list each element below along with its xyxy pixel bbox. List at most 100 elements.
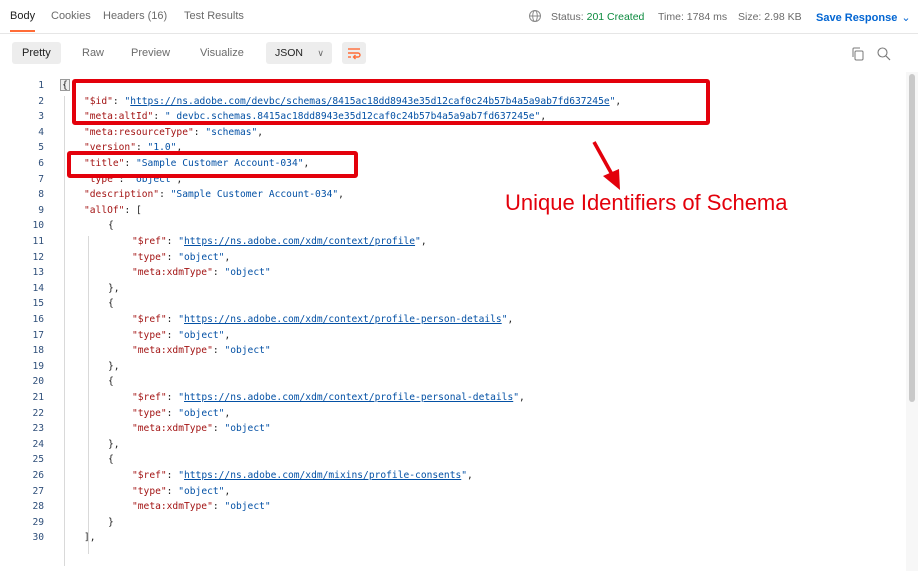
format-select-value: JSON bbox=[275, 47, 304, 59]
line-number: 23 bbox=[32, 423, 44, 435]
json-string: "schemas" bbox=[205, 126, 258, 138]
json-key: "description" bbox=[84, 189, 160, 201]
annotation-arrow-icon bbox=[592, 141, 620, 190]
response-body-editor[interactable]: 1{2 "$id": "https://ns.adobe.com/devbc/sc… bbox=[0, 72, 906, 571]
view-mode-raw[interactable]: Raw bbox=[72, 42, 114, 64]
json-key: "$ref" bbox=[132, 236, 167, 247]
json-punctuation: , bbox=[257, 126, 264, 138]
globe-icon[interactable] bbox=[528, 9, 542, 23]
code-line: 16 "$ref": "https://ns.adobe.com/xdm/cont… bbox=[0, 312, 900, 328]
code-link[interactable]: https://ns.adobe.com/xdm/context/profile bbox=[184, 236, 415, 247]
line-number: 1 bbox=[38, 80, 44, 91]
code-text: "description": "Sample Customer Account-… bbox=[84, 187, 344, 203]
code-line: 11 "$ref": "https://ns.adobe.com/xdm/cont… bbox=[0, 234, 900, 250]
wrap-lines-button[interactable] bbox=[342, 42, 366, 64]
copy-icon[interactable] bbox=[851, 47, 865, 61]
size-readout[interactable]: Size: 2.98 KB bbox=[738, 11, 802, 23]
json-punctuation: { bbox=[108, 220, 114, 232]
code-link[interactable]: https://ns.adobe.com/xdm/context/profile… bbox=[184, 314, 502, 325]
json-string: "Sample Customer Account-034" bbox=[170, 189, 339, 201]
json-punctuation: : bbox=[166, 314, 179, 325]
line-number: 25 bbox=[32, 454, 44, 466]
tab-headers-count: (16) bbox=[147, 10, 168, 22]
code-text: "type": "object", bbox=[132, 250, 230, 266]
json-punctuation: } bbox=[108, 516, 114, 528]
json-string: "object" bbox=[178, 407, 225, 419]
json-string: "object" bbox=[224, 345, 271, 357]
code-line: 29} bbox=[0, 515, 900, 531]
tab-headers-label: Headers bbox=[103, 10, 145, 22]
annotation-highlight-id-altid bbox=[72, 79, 710, 125]
line-number: 10 bbox=[32, 220, 44, 232]
code-line: 18 "meta:xdmType": "object" bbox=[0, 343, 900, 359]
json-key: "$ref" bbox=[132, 392, 167, 403]
json-punctuation: , bbox=[519, 392, 525, 403]
line-number: 19 bbox=[32, 360, 44, 372]
code-text: "$ref": "https://ns.adobe.com/xdm/contex… bbox=[132, 234, 427, 250]
view-mode-visualize[interactable]: Visualize bbox=[190, 42, 254, 64]
code-line: 4 "meta:resourceType": "schemas", bbox=[0, 125, 900, 141]
status-readout: Status: 201 Created bbox=[551, 11, 644, 23]
json-punctuation: { bbox=[108, 298, 114, 310]
json-key: "meta:xdmType" bbox=[132, 345, 213, 357]
view-mode-preview[interactable]: Preview bbox=[121, 42, 180, 64]
json-punctuation: , bbox=[224, 485, 231, 497]
code-line: 13 "meta:xdmType": "object" bbox=[0, 265, 900, 281]
json-punctuation: : bbox=[166, 329, 179, 341]
status-label: Status: bbox=[551, 11, 584, 23]
line-number: 15 bbox=[32, 298, 44, 310]
code-text: "$ref": "https://ns.adobe.com/xdm/mixins… bbox=[132, 468, 473, 484]
time-readout[interactable]: Time: 1784 ms bbox=[658, 11, 727, 23]
code-line: 23 "meta:xdmType": "object" bbox=[0, 421, 900, 437]
line-number: 21 bbox=[32, 392, 44, 403]
code-link[interactable]: https://ns.adobe.com/xdm/context/profile… bbox=[184, 392, 513, 403]
status-value: 201 Created bbox=[586, 11, 645, 23]
line-number: 24 bbox=[32, 438, 44, 450]
view-mode-pretty[interactable]: Pretty bbox=[12, 42, 61, 64]
json-punctuation: : bbox=[193, 126, 206, 138]
line-number: 22 bbox=[32, 407, 44, 419]
annotation-highlight-title bbox=[67, 151, 358, 178]
json-punctuation: { bbox=[108, 454, 114, 466]
tab-test-results[interactable]: Test Results bbox=[184, 10, 244, 22]
code-text: "meta:xdmType": "object" bbox=[132, 343, 271, 359]
format-select[interactable]: JSON ∨ bbox=[266, 42, 332, 64]
json-string: "object" bbox=[178, 485, 225, 497]
tab-cookies[interactable]: Cookies bbox=[51, 10, 91, 22]
code-link[interactable]: https://ns.adobe.com/xdm/mixins/profile-… bbox=[184, 470, 461, 481]
json-punctuation: ], bbox=[84, 532, 96, 544]
size-label: Size: bbox=[738, 11, 762, 23]
line-number: 18 bbox=[32, 345, 44, 357]
json-punctuation: : [ bbox=[124, 204, 142, 216]
code-text: { bbox=[108, 218, 114, 234]
response-tab-bar: Body Cookies Headers (16) Test Results S… bbox=[0, 0, 918, 34]
line-number: 11 bbox=[32, 236, 44, 247]
code-text: "type": "object", bbox=[132, 484, 230, 500]
search-icon[interactable] bbox=[876, 46, 892, 62]
code-line: 28 "meta:xdmType": "object" bbox=[0, 499, 900, 515]
json-key: "meta:resourceType" bbox=[84, 126, 194, 138]
tab-body[interactable]: Body bbox=[10, 10, 36, 32]
save-response-label: Save Response bbox=[816, 12, 898, 24]
code-line: 14}, bbox=[0, 281, 900, 297]
json-key: "meta:xdmType" bbox=[132, 423, 213, 435]
line-number: 29 bbox=[32, 516, 44, 528]
line-number: 28 bbox=[32, 501, 44, 513]
code-text: { bbox=[108, 452, 114, 468]
code-line: 24}, bbox=[0, 437, 900, 453]
json-punctuation: : bbox=[212, 501, 225, 513]
json-punctuation: , bbox=[224, 407, 231, 419]
line-number: 13 bbox=[32, 267, 44, 279]
scrollbar-thumb[interactable] bbox=[909, 74, 915, 402]
line-number: 2 bbox=[38, 95, 44, 107]
json-punctuation: : bbox=[166, 236, 179, 247]
json-key: "type" bbox=[132, 407, 167, 419]
tab-headers[interactable]: Headers (16) bbox=[103, 10, 167, 22]
json-punctuation: , bbox=[224, 251, 231, 263]
json-punctuation: }, bbox=[108, 360, 120, 372]
json-key: "$ref" bbox=[132, 470, 167, 481]
save-response-button[interactable]: Save Response ⌄ bbox=[816, 11, 911, 24]
code-text: "type": "object", bbox=[132, 328, 230, 344]
code-line: 22 "type": "object", bbox=[0, 406, 900, 422]
code-line: 19}, bbox=[0, 359, 900, 375]
